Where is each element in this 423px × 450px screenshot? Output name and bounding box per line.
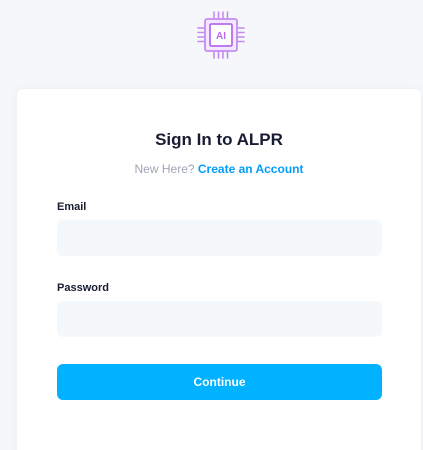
email-field[interactable] xyxy=(57,220,382,256)
new-here-text: New Here? xyxy=(134,162,195,176)
password-label: Password xyxy=(57,282,109,294)
continue-button[interactable]: Continue xyxy=(57,364,382,400)
sign-in-page: AI Sign In to ALPR New Here? Create an A… xyxy=(0,0,423,450)
ai-chip-icon: AI xyxy=(197,11,245,59)
page-title: Sign In to ALPR xyxy=(155,130,283,149)
password-field[interactable] xyxy=(57,301,382,337)
logo-text: AI xyxy=(216,31,226,42)
sign-in-card: Sign In to ALPR New Here? Create an Acco… xyxy=(17,89,421,450)
signup-prompt: New Here? Create an Account xyxy=(17,162,421,176)
create-account-link[interactable]: Create an Account xyxy=(198,162,304,176)
email-label: Email xyxy=(57,201,87,213)
